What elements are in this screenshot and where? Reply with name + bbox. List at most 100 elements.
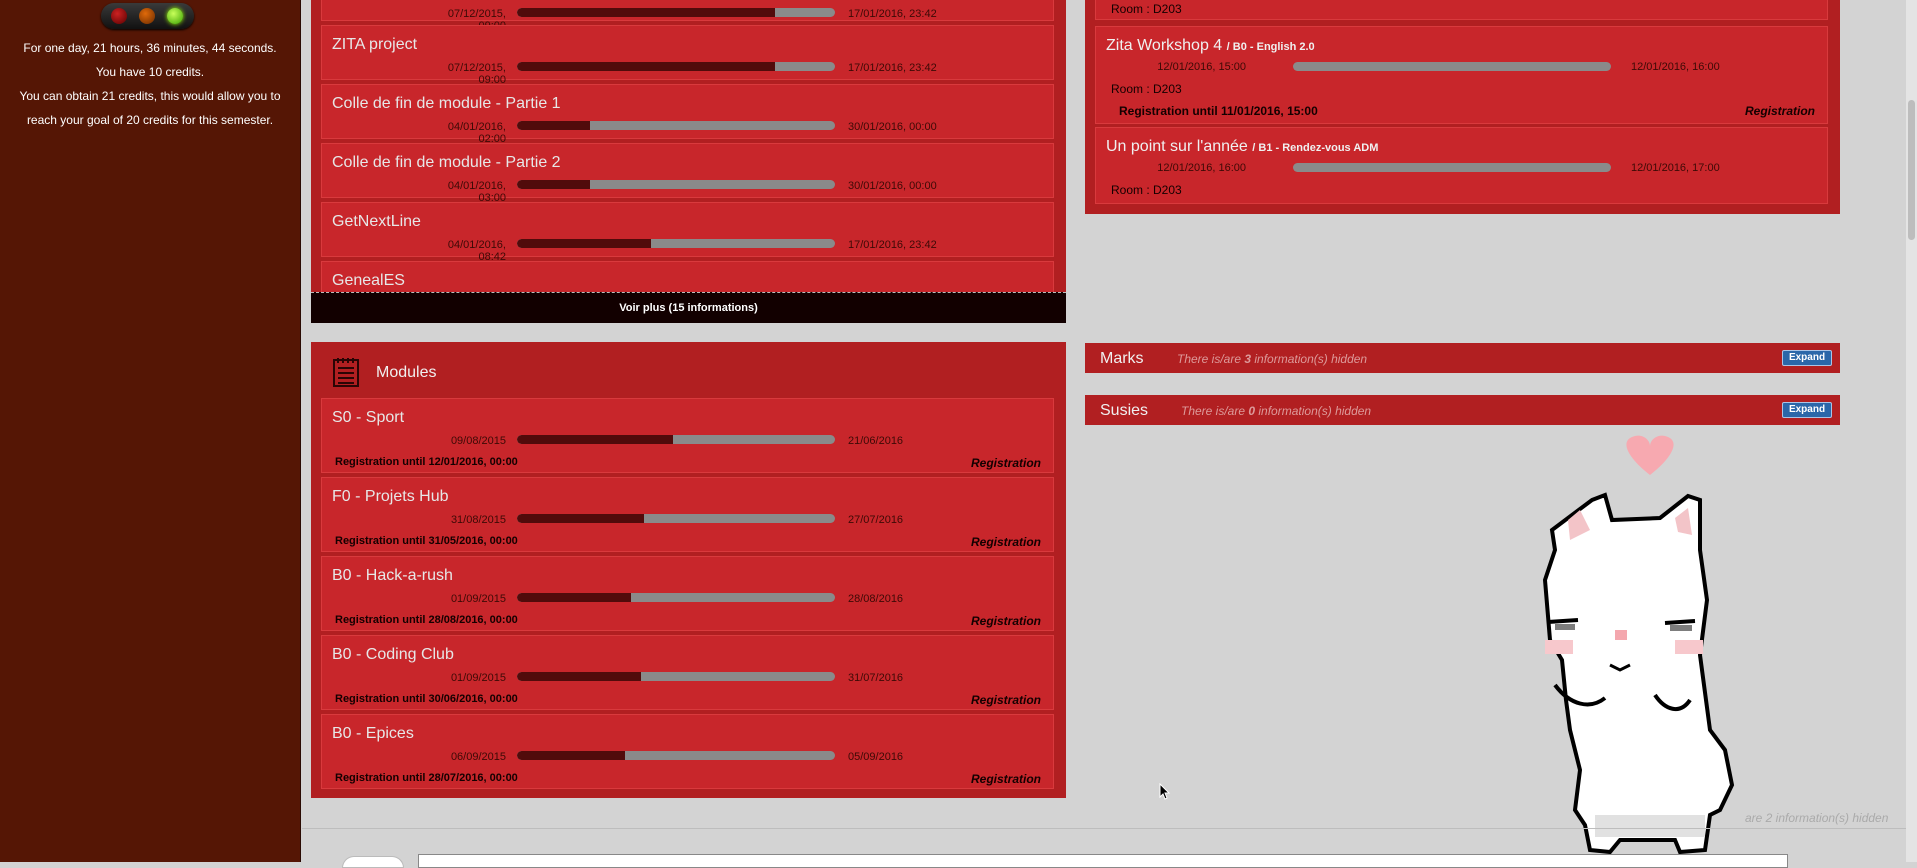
module-end: 05/09/2016 [848, 751, 904, 763]
marks-hidden-info: There is/are 3 information(s) hidden [1177, 352, 1368, 366]
orange-light-icon [139, 8, 155, 24]
project-progress-bar [517, 8, 835, 17]
registration-link[interactable]: Registration [971, 772, 1041, 786]
credits-goal-text: reach your goal of 20 credits for this s… [26, 113, 274, 127]
module-start: 09/08/2015 [450, 435, 506, 447]
section-divider [302, 828, 1917, 829]
modules-title: Modules [376, 364, 437, 381]
project-end: 17/01/2016, 23:42 [848, 239, 937, 251]
log-time-text: For one day, 21 hours, 36 minutes, 44 se… [23, 41, 277, 55]
project-item[interactable]: 07/12/2015, 09:00 17/01/2016, 23:42 [321, 0, 1054, 32]
see-more-button[interactable]: Voir plus (15 informations) [311, 292, 1066, 323]
event-module: / B1 - Rendez-vous ADM [1252, 142, 1379, 154]
registration-deadline: Registration until 28/08/2016, 00:00 [335, 614, 518, 626]
cat-mascot-icon [1542, 435, 1735, 855]
registration-link[interactable]: Registration [971, 535, 1041, 549]
project-title[interactable]: GenealES [332, 272, 405, 290]
susies-title: Susies [1100, 402, 1149, 419]
marks-title: Marks [1100, 350, 1144, 367]
project-item[interactable]: GenealES [321, 261, 1054, 292]
module-start: 01/09/2015 [450, 593, 506, 605]
modules-panel: Modules S0 - Sport 09/08/2015 21/06/2016… [311, 342, 1066, 798]
module-progress-bar [517, 672, 835, 681]
module-item[interactable]: F0 - Projets Hub 31/08/2015 27/07/2016 R… [321, 477, 1054, 552]
module-progress-bar [517, 751, 835, 760]
project-title[interactable]: Colle de fin de module - Partie 2 [332, 154, 561, 172]
event-item[interactable]: Room : D203 [1095, 0, 1828, 20]
susies-section: Susies There is/are 0 information(s) hid… [1085, 395, 1840, 425]
status-lights [101, 3, 194, 29]
registration-link[interactable]: Registration [971, 693, 1041, 707]
project-item[interactable]: Colle de fin de module - Partie 1 04/01/… [321, 84, 1054, 145]
project-progress-bar [517, 121, 835, 130]
module-progress-bar [517, 593, 835, 602]
module-title[interactable]: F0 - Projets Hub [332, 488, 448, 506]
project-progress-bar [517, 239, 835, 248]
project-end: 30/01/2016, 00:00 [848, 180, 937, 192]
project-progress-bar [517, 180, 835, 189]
module-title[interactable]: B0 - Coding Club [332, 646, 454, 664]
module-end: 31/07/2016 [848, 672, 904, 684]
marks-expand-button[interactable]: Expand [1782, 350, 1832, 366]
module-title[interactable]: B0 - Epices [332, 725, 414, 743]
event-item[interactable]: Un point sur l'année / B1 - Rendez-vous … [1095, 127, 1828, 204]
registration-link[interactable]: Registration [1745, 104, 1815, 118]
module-start: 06/09/2015 [450, 751, 506, 763]
project-end: 17/01/2016, 23:42 [848, 8, 937, 20]
comment-input[interactable] [418, 854, 1788, 868]
projects-panel: 07/12/2015, 09:00 17/01/2016, 23:42 ZITA… [311, 0, 1066, 292]
registration-deadline: Registration until 11/01/2016, 15:00 [1119, 104, 1318, 118]
module-item[interactable]: B0 - Epices 06/09/2015 05/09/2016 Regist… [321, 714, 1054, 789]
project-item[interactable]: GetNextLine 04/01/2016, 08:42 17/01/2016… [321, 202, 1054, 263]
bottom-hidden-info: are 2 information(s) hidden [1745, 811, 1889, 825]
project-end: 17/01/2016, 23:42 [848, 62, 937, 74]
module-end: 28/08/2016 [848, 593, 904, 605]
event-module: / B0 - English 2.0 [1226, 41, 1315, 53]
project-title[interactable]: GetNextLine [332, 213, 421, 231]
module-progress-bar [517, 514, 835, 523]
project-title[interactable]: Colle de fin de module - Partie 1 [332, 95, 561, 113]
page-scrollbar[interactable] [1906, 0, 1917, 862]
event-start: 12/01/2016, 15:00 [1157, 61, 1246, 73]
module-progress-bar [517, 435, 835, 444]
marks-section: Marks There is/are 3 information(s) hidd… [1085, 343, 1840, 373]
module-end: 21/06/2016 [848, 435, 904, 447]
project-progress-bar [517, 62, 835, 71]
project-title[interactable]: ZITA project [332, 36, 417, 54]
notepad-icon [333, 358, 359, 387]
module-title[interactable]: B0 - Hack-a-rush [332, 567, 453, 585]
event-item[interactable]: Zita Workshop 4 / B0 - English 2.0 12/01… [1095, 26, 1828, 124]
sidebar: For one day, 21 hours, 36 minutes, 44 se… [0, 0, 301, 862]
project-start: 07/12/2015, 09:00 [447, 62, 506, 86]
events-panel: Room : D203 Zita Workshop 4 / B0 - Engli… [1085, 0, 1840, 214]
green-light-icon [167, 8, 183, 24]
module-item[interactable]: B0 - Coding Club 01/09/2015 31/07/2016 R… [321, 635, 1054, 710]
event-end: 12/01/2016, 17:00 [1631, 162, 1720, 174]
susies-hidden-info: There is/are 0 information(s) hidden [1181, 404, 1372, 418]
module-item[interactable]: S0 - Sport 09/08/2015 21/06/2016 Registr… [321, 398, 1054, 473]
avatar [342, 856, 404, 868]
registration-link[interactable]: Registration [971, 614, 1041, 628]
project-start: 04/01/2016, 08:42 [447, 239, 506, 263]
event-title[interactable]: Un point sur l'année / B1 - Rendez-vous … [1106, 138, 1378, 156]
project-start: 04/01/2016, 02:00 [447, 121, 506, 145]
event-title[interactable]: Zita Workshop 4 / B0 - English 2.0 [1106, 37, 1315, 55]
registration-link[interactable]: Registration [971, 456, 1041, 470]
project-item[interactable]: Colle de fin de module - Partie 2 04/01/… [321, 143, 1054, 204]
susies-expand-button[interactable]: Expand [1782, 402, 1832, 418]
module-end: 27/07/2016 [848, 514, 904, 526]
registration-deadline: Registration until 31/05/2016, 00:00 [335, 535, 518, 547]
registration-deadline: Registration until 30/06/2016, 00:00 [335, 693, 518, 705]
credits-text: You have 10 credits. [95, 65, 205, 79]
event-room: Room : D203 [1111, 183, 1182, 197]
event-start: 12/01/2016, 16:00 [1157, 162, 1246, 174]
module-start: 01/09/2015 [450, 672, 506, 684]
event-end: 12/01/2016, 16:00 [1631, 61, 1720, 73]
obtainable-credits-text: You can obtain 21 credits, this would al… [19, 89, 281, 103]
module-item[interactable]: B0 - Hack-a-rush 01/09/2015 28/08/2016 R… [321, 556, 1054, 631]
project-item[interactable]: ZITA project 07/12/2015, 09:00 17/01/201… [321, 25, 1054, 86]
registration-deadline: Registration until 12/01/2016, 00:00 [335, 456, 518, 468]
scrollbar-thumb[interactable] [1908, 100, 1915, 240]
project-end: 30/01/2016, 00:00 [848, 121, 937, 133]
module-title[interactable]: S0 - Sport [332, 409, 404, 427]
